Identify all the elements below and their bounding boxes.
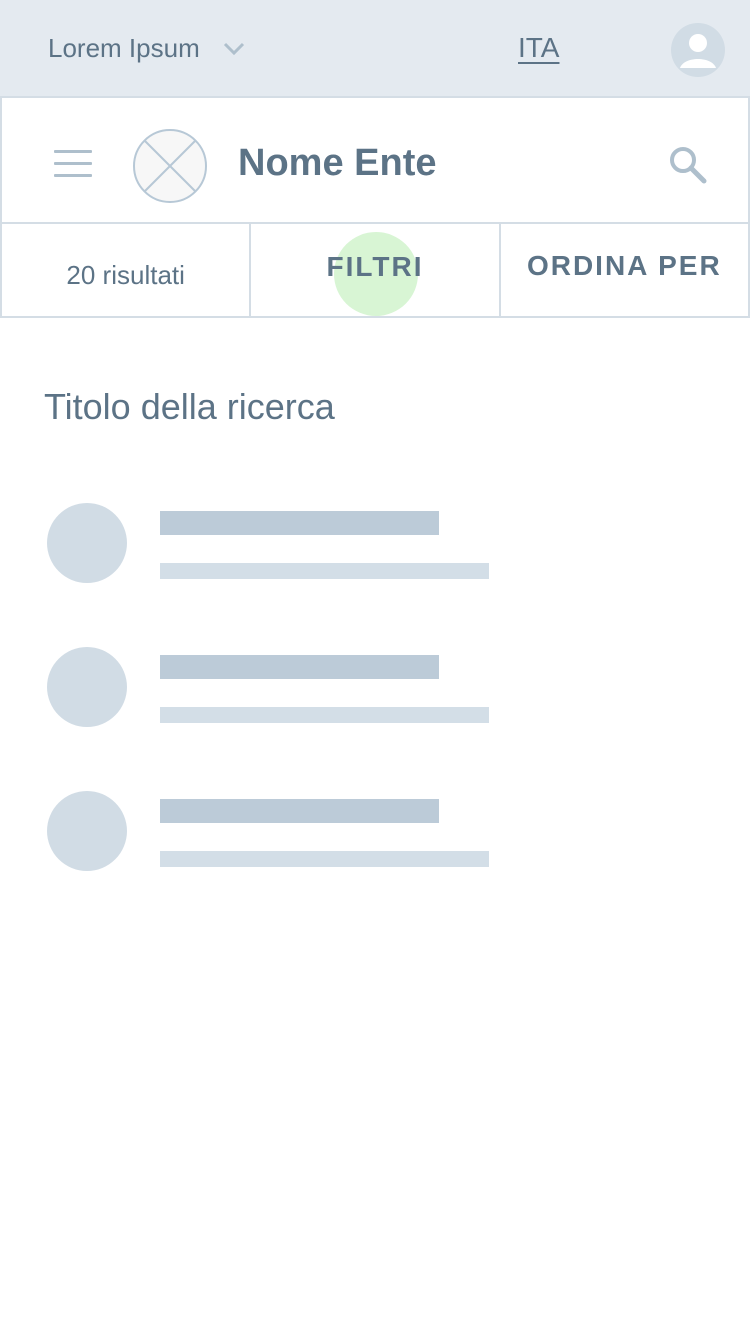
skeleton-avatar xyxy=(47,503,127,583)
sort-label: ORDINA PER xyxy=(526,250,722,281)
organization-name: Nome Ente xyxy=(238,142,437,184)
language-selector[interactable]: ITA xyxy=(518,32,559,64)
skeleton-title-line xyxy=(160,511,439,535)
skeleton-avatar xyxy=(47,647,127,727)
chevron-down-icon xyxy=(222,36,246,60)
skeleton-subtitle-line xyxy=(160,563,489,579)
filters-label: FILTRI xyxy=(326,251,424,282)
skeleton-avatar xyxy=(47,791,127,871)
skeleton-subtitle-line xyxy=(160,707,489,723)
search-title: Titolo della ricerca xyxy=(44,386,335,427)
skeleton-title-line xyxy=(160,655,439,679)
results-toolbar: 20 risultati FILTRI ORDINA PER xyxy=(0,222,750,318)
sort-button[interactable]: ORDINA PER xyxy=(501,222,750,316)
filters-button[interactable]: FILTRI xyxy=(251,222,501,316)
list-item[interactable] xyxy=(47,503,497,585)
top-bar: Lorem Ipsum ITA xyxy=(0,0,750,96)
user-icon[interactable] xyxy=(671,23,725,77)
search-icon[interactable] xyxy=(666,144,708,186)
list-item[interactable] xyxy=(47,647,497,729)
region-dropdown[interactable]: Lorem Ipsum xyxy=(48,30,246,66)
results-count-cell: 20 risultati xyxy=(0,222,252,316)
skeleton-title-line xyxy=(160,799,439,823)
logo-placeholder-icon xyxy=(132,128,208,204)
site-header: Nome Ente xyxy=(0,96,750,224)
hamburger-menu-icon[interactable] xyxy=(54,150,92,178)
results-count: 20 risultati xyxy=(66,259,185,290)
region-label: Lorem Ipsum xyxy=(48,32,200,63)
skeleton-subtitle-line xyxy=(160,851,489,867)
list-item[interactable] xyxy=(47,791,497,873)
